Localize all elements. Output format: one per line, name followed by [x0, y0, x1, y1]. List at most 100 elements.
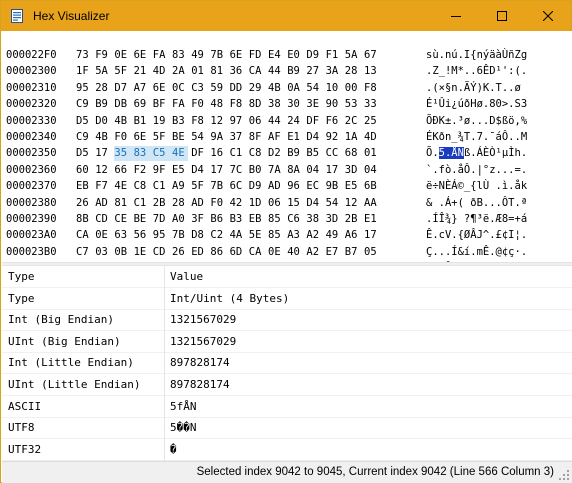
hex-byte[interactable]: CA [249, 64, 265, 79]
hex-byte[interactable]: 06 [268, 196, 284, 211]
hex-byte[interactable]: 9A [210, 130, 226, 145]
hex-ascii-selection[interactable]: 5.ÅN [438, 147, 464, 160]
hex-byte[interactable]: 85 [268, 228, 284, 243]
grid-row[interactable]: Type Int/Uint (4 Bytes) [2, 288, 572, 310]
hex-byte[interactable]: 12 [345, 196, 361, 211]
hex-byte[interactable]: EC [306, 179, 322, 194]
grid-row[interactable]: Int (Little Endian) 897828174 [2, 352, 572, 375]
hex-byte[interactable]: 7B [210, 48, 226, 63]
hex-byte[interactable]: 0C [172, 81, 188, 96]
hex-ascii[interactable]: sù.nú.I{nýäàÙñZg [426, 48, 527, 63]
hex-byte[interactable]: A3 [287, 228, 303, 243]
hex-byte[interactable]: 60 [76, 163, 92, 178]
hex-byte[interactable]: 25 [364, 114, 380, 129]
hex-byte[interactable]: 96 [287, 179, 303, 194]
grid-row[interactable]: Int (Big Endian) 1321567029 [2, 309, 572, 332]
hex-ascii[interactable]: .ÍÎ¾} ?¶³ë.Æ8=+á [426, 212, 527, 227]
hex-byte[interactable]: 3F [191, 212, 207, 227]
hex-byte[interactable]: 28 [172, 196, 188, 211]
hex-ascii[interactable]: Ç...Í&í.mÊ.@¢ç·. [426, 245, 527, 260]
hex-byte[interactable]: 6E [134, 48, 150, 63]
hex-ascii[interactable]: ÉKðn_¾T.7.¯áÔ..M [426, 130, 527, 145]
hex-byte[interactable]: B9 [95, 97, 111, 112]
hex-byte[interactable]: 28 [95, 81, 111, 96]
hex-byte[interactable]: 4D [153, 64, 169, 79]
hex-byte[interactable]: 15 [287, 196, 303, 211]
hex-byte[interactable]: 7C [230, 163, 246, 178]
hex-byte[interactable]: 0E [268, 245, 284, 260]
hex-byte[interactable]: 8B [76, 212, 92, 227]
hex-byte[interactable]: A2 [306, 245, 322, 260]
hex-byte[interactable]: 00 [345, 81, 361, 96]
hex-byte[interactable]: 0E [114, 48, 130, 63]
hex-byte[interactable]: EB [249, 212, 265, 227]
hex-ascii[interactable]: É¹Ûi¿úðHø.80>.S3 [426, 97, 527, 112]
hex-byte[interactable]: 17 [326, 163, 342, 178]
hex-byte[interactable]: D5 [76, 114, 92, 129]
hex-ascii[interactable]: .(×§n.ÃÝ)K.T..ø [426, 81, 521, 96]
hex-byte[interactable]: F6 [326, 114, 342, 129]
hex-byte[interactable]: 4D [364, 130, 380, 145]
hex-byte[interactable]: 81 [114, 196, 130, 211]
hex-byte[interactable]: DF [306, 114, 322, 129]
hex-byte[interactable]: 6B [364, 179, 380, 194]
hex-byte[interactable]: B3 [172, 114, 188, 129]
hex-byte[interactable]: FD [249, 48, 265, 63]
hex-ascii[interactable]: `.fò.åÔ.|°z...=. [426, 163, 527, 178]
hex-byte[interactable]: AF [268, 130, 284, 145]
hex-byte[interactable]: 73 [76, 48, 92, 63]
hex-row[interactable]: 00002340 C9 4B F0 6E 5F BE 54 9A 37 8F AF E1 D4 92 1A 4D… [2, 130, 572, 145]
hex-row[interactable]: 00002310 95 28 D7 A7 6E 0C C3 59 DD 29 4B 0A 54 10 00 F8… [2, 81, 572, 96]
hex-byte[interactable]: 3E [306, 97, 322, 112]
hex-byte[interactable]: C9 [76, 97, 92, 112]
hex-byte[interactable]: 9F [153, 163, 169, 178]
hex-byte[interactable]: 5E [249, 228, 265, 243]
hex-byte[interactable]: 36 [230, 64, 246, 79]
hex-byte[interactable]: CE [114, 212, 130, 227]
hex-byte[interactable]: B9 [287, 146, 303, 161]
hex-byte[interactable]: F9 [95, 48, 111, 63]
hex-byte[interactable]: E7 [326, 245, 342, 260]
hex-byte[interactable]: 7B [210, 179, 226, 194]
hex-byte[interactable]: 7B [172, 228, 188, 243]
hex-byte[interactable]: 26 [76, 196, 92, 211]
hex-byte[interactable]: DB [114, 97, 130, 112]
hex-byte[interactable]: AA [364, 196, 380, 211]
hex-byte[interactable]: C9 [76, 130, 92, 145]
hex-byte[interactable]: E0 [287, 48, 303, 63]
hex-byte[interactable]: 12 [210, 114, 226, 129]
hex-byte[interactable]: D5 [76, 146, 92, 161]
hex-byte[interactable]: 44 [268, 64, 284, 79]
hex-byte[interactable]: D0 [95, 114, 111, 129]
hex-byte[interactable]: 42 [230, 196, 246, 211]
hex-byte[interactable]: 06 [249, 114, 265, 129]
hex-byte[interactable]: 8A [287, 163, 303, 178]
hex-byte[interactable]: 66 [114, 163, 130, 178]
hex-byte[interactable]: 8F [249, 130, 265, 145]
hex-byte[interactable]: 33 [364, 97, 380, 112]
hex-byte[interactable]: A6 [345, 228, 361, 243]
hex-byte[interactable]: CA [76, 228, 92, 243]
hex-byte[interactable]: AD [95, 196, 111, 211]
hex-byte[interactable]: 17 [364, 228, 380, 243]
hex-byte[interactable]: CD [95, 212, 111, 227]
hex-byte[interactable]: 54 [306, 81, 322, 96]
hex-byte[interactable]: 5A [95, 64, 111, 79]
hex-byte[interactable]: D4 [306, 196, 322, 211]
hex-ascii[interactable]: & .Á+( ðB...ÔT.ª [426, 196, 527, 211]
hex-byte[interactable]: 27 [306, 64, 322, 79]
hex-byte[interactable]: 5F [191, 179, 207, 194]
hex-byte[interactable]: 68 [345, 146, 361, 161]
grid-column-divider[interactable] [164, 265, 165, 461]
hex-byte[interactable]: 49 [191, 48, 207, 63]
hex-byte[interactable]: 38 [268, 97, 284, 112]
hex-byte[interactable]: 59 [210, 81, 226, 96]
hex-byte[interactable]: 4A [230, 228, 246, 243]
hex-byte[interactable]: 6E [230, 48, 246, 63]
hex-byte[interactable]: 63 [114, 228, 130, 243]
hex-byte[interactable]: 13 [364, 64, 380, 79]
hex-byte[interactable]: CA [249, 245, 265, 260]
hex-byte[interactable]: 54 [191, 130, 207, 145]
hex-byte[interactable]: F8 [191, 114, 207, 129]
hex-byte[interactable]: 81 [210, 64, 226, 79]
